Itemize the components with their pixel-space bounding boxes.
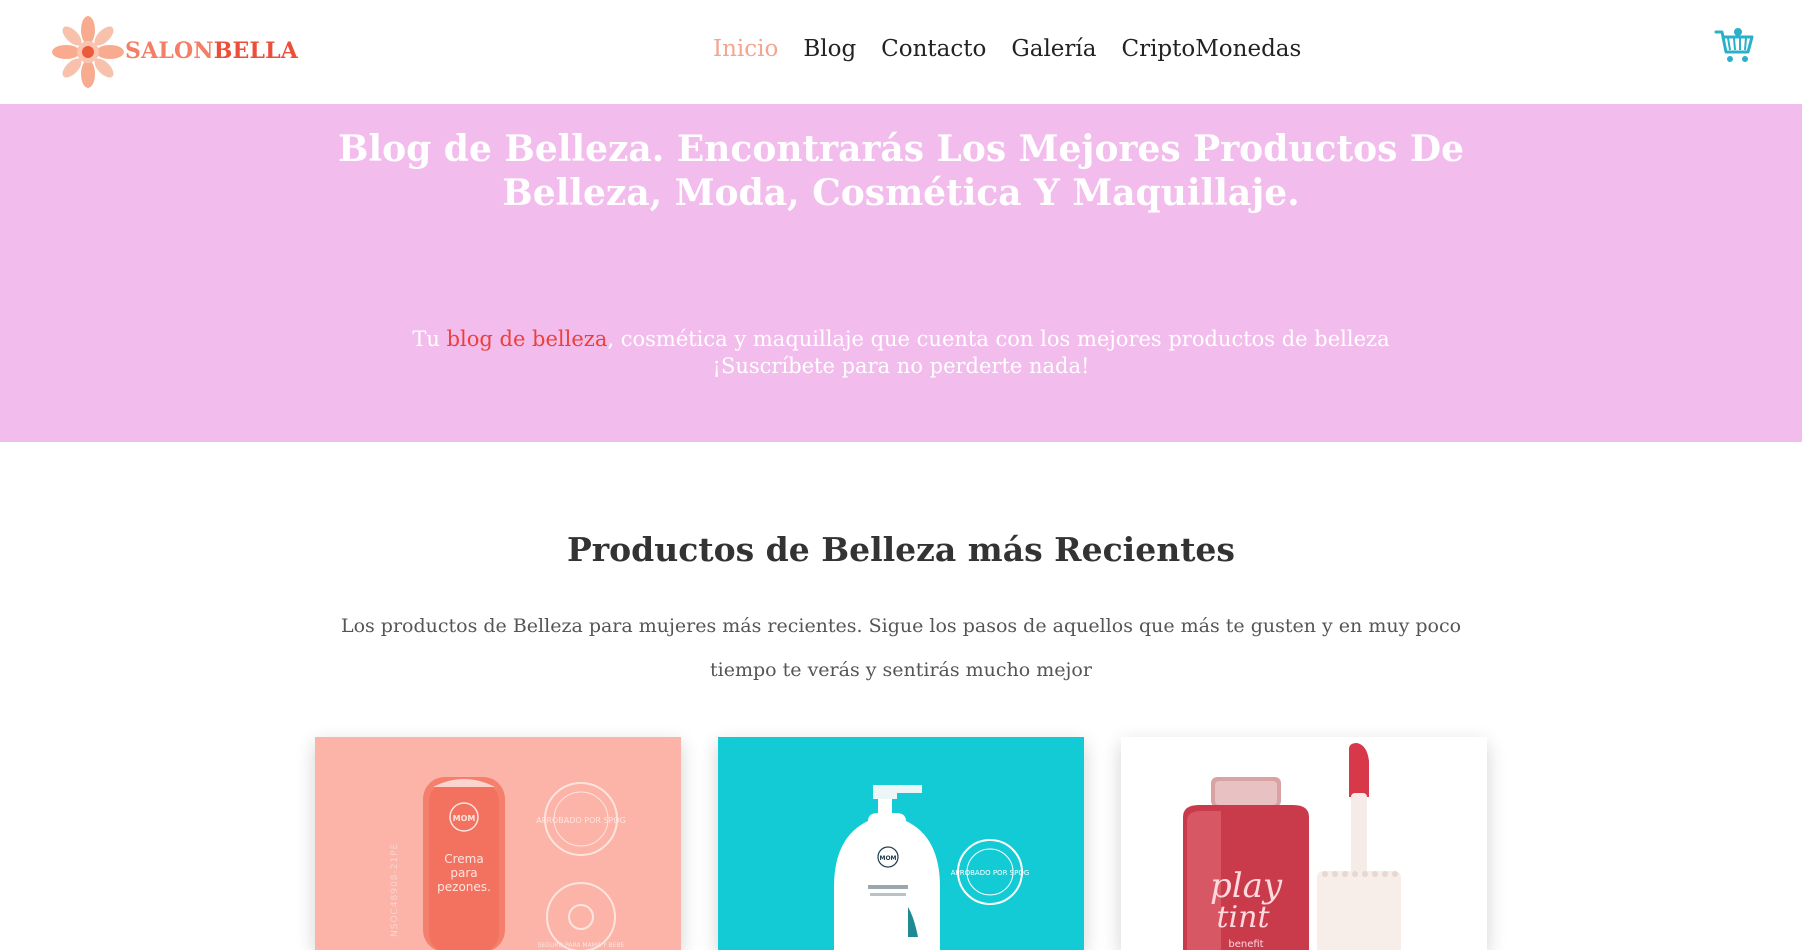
- hero-subtitle-rest: , cosmética y maquillaje que cuenta con …: [607, 327, 1390, 351]
- product-image-crema: NSOC48908-21PE MOM Crema para pezones. A…: [390, 777, 626, 950]
- nav-galeria[interactable]: Galería: [1011, 36, 1096, 62]
- product-image-play-tint: play tint benefit: [1183, 743, 1401, 950]
- nav-inicio[interactable]: Inicio: [713, 36, 778, 62]
- badge-spog-2: APROBADO POR SPOG: [951, 869, 1030, 877]
- hero-title: Blog de Belleza. Encontrarás Los Mejores…: [337, 128, 1465, 214]
- brand-part2: BELLA: [213, 38, 299, 64]
- flower-logo-icon[interactable]: [52, 16, 124, 88]
- hero-subtitle-prefix: Tu: [412, 327, 447, 351]
- product-card-crema[interactable]: NSOC48908-21PE MOM Crema para pezones. A…: [315, 737, 681, 950]
- product-brand-line2: tint: [1216, 900, 1270, 935]
- hero-subtitle: Tu blog de belleza, cosmética y maquilla…: [300, 326, 1502, 380]
- badge-spog-1: APROBADO POR SPOG: [536, 816, 626, 825]
- site-header: SALONBELLA Inicio Blog Contacto Galería …: [0, 0, 1802, 104]
- brand-part1: SALON: [125, 38, 214, 64]
- nav-criptomonedas[interactable]: CriptoMonedas: [1121, 36, 1301, 62]
- product-maker: benefit: [1228, 939, 1263, 950]
- product-name-line1: Crema: [444, 852, 483, 866]
- section-title: Productos de Belleza más Recientes: [566, 530, 1236, 569]
- product-brand-1: MOM: [453, 814, 476, 823]
- section-description: Los productos de Belleza para mujeres má…: [340, 615, 1462, 681]
- product-name-line2: para: [450, 866, 477, 880]
- brand-name[interactable]: SALONBELLA: [125, 38, 298, 64]
- product-name-line3: pezones.: [437, 880, 491, 894]
- shopping-cart-icon[interactable]: [1714, 26, 1756, 68]
- product-image-jabon: NSOC48908-21PE MOM APROBADO POR SPOG: [834, 785, 1030, 950]
- svg-text:NSOC48908-21PE: NSOC48908-21PE: [390, 843, 400, 937]
- product-card-jabon[interactable]: NSOC48908-21PE MOM APROBADO POR SPOG: [718, 737, 1084, 950]
- hero-subtitle-line2: ¡Suscríbete para no perderte nada!: [712, 354, 1090, 378]
- badge-mama-bebe: SEGURO PARA MAMÁ Y BEBE: [538, 942, 625, 949]
- main-nav: Inicio Blog Contacto Galería CriptoMoned…: [713, 36, 1326, 62]
- nav-contacto[interactable]: Contacto: [881, 36, 986, 62]
- product-brand-2: MOM: [879, 855, 896, 862]
- blog-de-belleza-link[interactable]: blog de belleza: [447, 327, 608, 351]
- nav-blog[interactable]: Blog: [803, 36, 856, 62]
- product-card-play-tint[interactable]: play tint benefit: [1121, 737, 1487, 950]
